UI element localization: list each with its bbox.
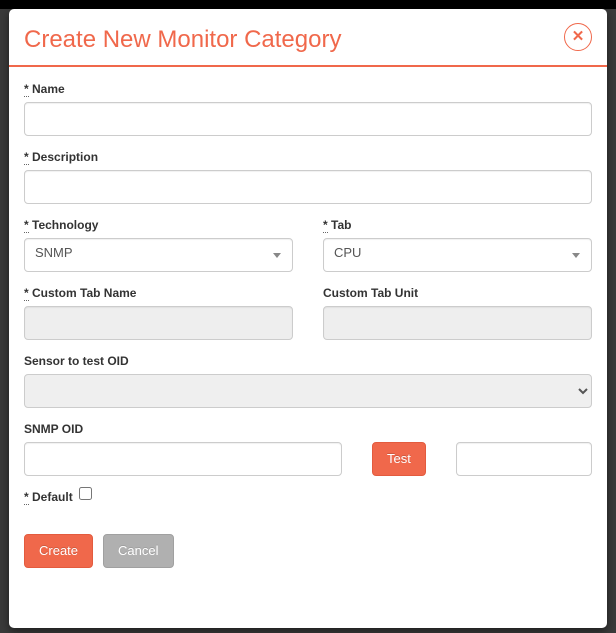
label-technology-text: Technology [32,218,98,232]
custom-tab-name-input [24,306,293,340]
modal-title: Create New Monitor Category [24,24,592,55]
label-snmp-oid-text: SNMP OID [24,422,83,436]
description-input[interactable] [24,170,592,204]
label-tab: * Tab [323,218,592,232]
group-tab: * Tab CPU [323,218,592,272]
group-description: * Description [24,150,592,204]
technology-select[interactable]: SNMP [24,238,293,272]
cancel-button[interactable]: Cancel [103,534,173,568]
label-custom-tab-name: * Custom Tab Name [24,286,293,300]
label-custom-tab-name-text: Custom Tab Name [32,286,136,300]
group-name: * Name [24,82,592,136]
name-input[interactable] [24,102,592,136]
group-sensor: Sensor to test OID [24,354,592,408]
label-sensor: Sensor to test OID [24,354,592,368]
tab-select[interactable]: CPU [323,238,592,272]
technology-selected-value: SNMP [24,238,293,272]
modal-body: * Name * Description * Technology SNMP [9,67,607,583]
custom-tab-unit-input [323,306,592,340]
label-tab-text: Tab [331,218,351,232]
label-technology: * Technology [24,218,293,232]
sensor-select[interactable] [24,374,592,408]
required-marker: * [323,218,328,233]
test-button[interactable]: Test [372,442,426,476]
required-marker: * [24,490,29,505]
required-marker: * [24,286,29,301]
label-custom-tab-unit-text: Custom Tab Unit [323,286,418,300]
label-custom-tab-unit: Custom Tab Unit [323,286,592,300]
modal-footer: Create Cancel [24,534,592,568]
snmp-oid-input[interactable] [24,442,342,476]
label-default: * Default [24,490,73,504]
required-marker: * [24,82,29,97]
group-snmp-oid: SNMP OID Test [24,422,592,476]
modal-create-monitor-category: Create New Monitor Category ✕ * Name * D… [9,9,607,628]
label-description-text: Description [32,150,98,164]
group-default: * Default [24,490,592,504]
create-button[interactable]: Create [24,534,93,568]
group-custom-tab-unit: Custom Tab Unit [323,286,592,340]
required-marker: * [24,150,29,165]
label-default-text: Default [32,490,73,504]
test-result-input[interactable] [456,442,592,476]
modal-header: Create New Monitor Category ✕ [9,9,607,65]
group-custom-tab-name: * Custom Tab Name [24,286,293,340]
label-description: * Description [24,150,592,164]
close-button[interactable]: ✕ [564,23,592,51]
label-name-text: Name [32,82,65,96]
tab-selected-value: CPU [323,238,592,272]
group-technology: * Technology SNMP [24,218,293,272]
required-marker: * [24,218,29,233]
close-icon: ✕ [572,24,585,50]
label-sensor-text: Sensor to test OID [24,354,129,368]
label-name: * Name [24,82,592,96]
label-snmp-oid: SNMP OID [24,422,592,436]
default-checkbox[interactable] [79,487,92,500]
